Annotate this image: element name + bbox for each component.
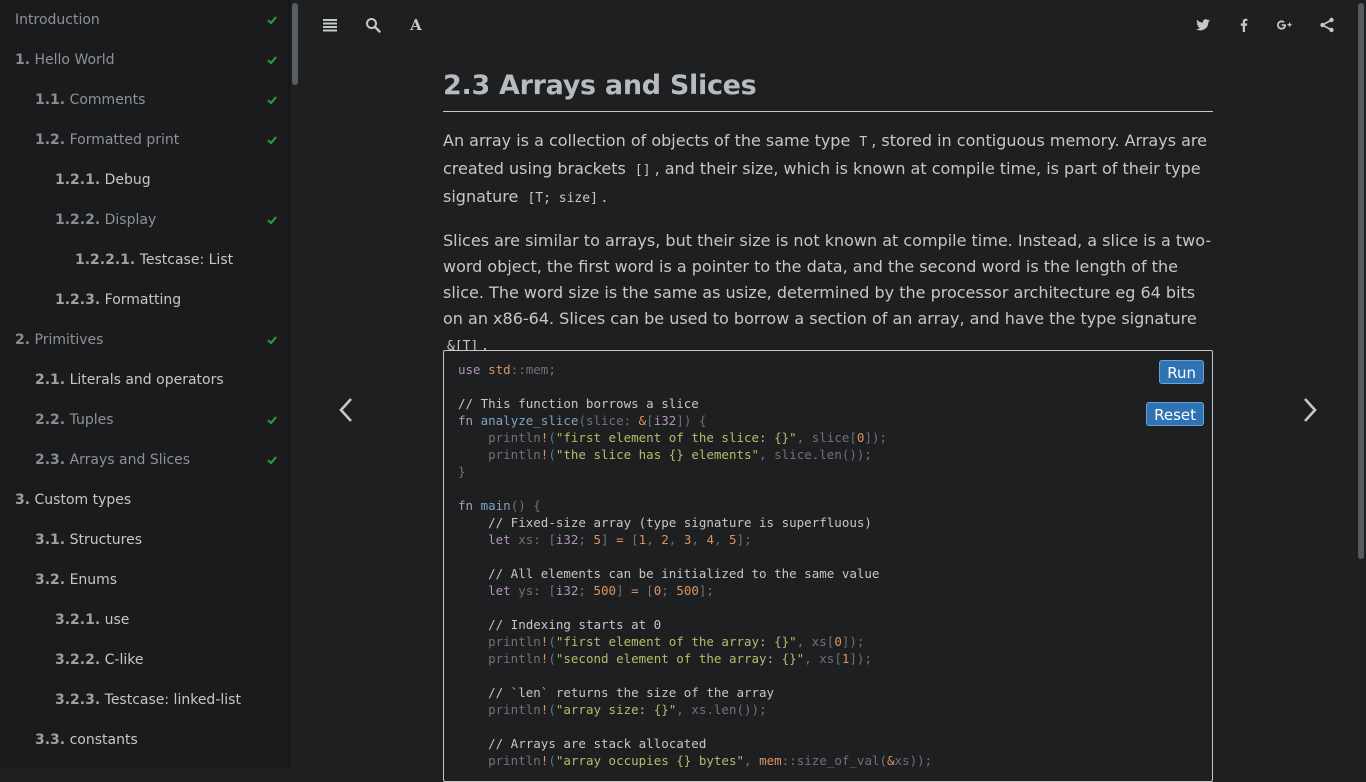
sidebar-item-label: Custom types — [34, 492, 132, 508]
sidebar-item-number: 1.2.3. — [55, 292, 101, 308]
sidebar-item-number: 1.2.1. — [55, 172, 101, 188]
sidebar-item[interactable]: 3.2. Enums — [0, 560, 289, 600]
sidebar-item[interactable]: 3.1. Structures — [0, 520, 289, 560]
sidebar-item[interactable]: 1.2.2. Display — [0, 200, 289, 240]
sidebar-item-number: 1.1. — [35, 92, 66, 108]
sidebar-item[interactable]: 2.3. Arrays and Slices — [0, 440, 289, 480]
checkmark-icon — [265, 0, 279, 40]
sidebar-item[interactable]: 3. Custom types — [0, 480, 289, 520]
google-plus-icon[interactable] — [1273, 14, 1295, 36]
page-content: 2.3 Arrays and Slices An array is a coll… — [443, 70, 1213, 360]
sidebar-item-number: 2.1. — [35, 372, 66, 388]
sidebar-item[interactable]: 1.2.1. Debug — [0, 160, 289, 200]
sidebar-item[interactable]: 1.2.2.1. Testcase: List — [0, 240, 289, 280]
inline-code: T — [859, 135, 868, 150]
intro-paragraph: An array is a collection of objects of t… — [443, 131, 1207, 206]
sidebar-item-label: Tuples — [69, 412, 114, 428]
sidebar-item-label: Primitives — [34, 332, 104, 348]
sidebar-item-number: 1.2.2. — [55, 212, 101, 228]
checkmark-icon — [265, 320, 279, 360]
main-scrollbar-thumb[interactable] — [1358, 3, 1364, 559]
sidebar-item-number: 3.3. — [35, 732, 66, 748]
next-page-chevron-icon[interactable] — [1295, 392, 1325, 428]
run-button[interactable]: Run — [1159, 360, 1204, 384]
reset-button[interactable]: Reset — [1146, 402, 1204, 426]
sidebar-item-number: 2. — [15, 332, 31, 348]
font-settings-icon[interactable]: A — [405, 14, 427, 36]
sidebar-scrollbar-thumb[interactable] — [292, 3, 298, 85]
search-icon[interactable] — [362, 14, 384, 36]
sidebar-item-label: Enums — [69, 572, 118, 588]
sidebar-item-label: Hello World — [34, 52, 115, 68]
sidebar-item[interactable]: 3.3. constants — [0, 720, 289, 760]
facebook-icon[interactable] — [1233, 14, 1255, 36]
inline-code: [] — [634, 163, 651, 178]
sidebar-item-number: 3.1. — [35, 532, 66, 548]
sidebar-item-label: Introduction — [15, 12, 100, 28]
toc-list: Introduction 1. Hello World 1.1. Comments 1… — [0, 0, 289, 760]
sidebar-item-number: 3.2.3. — [55, 692, 101, 708]
checkmark-icon — [265, 40, 279, 80]
sidebar-item-number: 3. — [15, 492, 31, 508]
sidebar-item-number: 3.2. — [35, 572, 66, 588]
sidebar-item[interactable]: 1.2.3. Formatting — [0, 280, 289, 320]
table-of-contents-sidebar: Introduction 1. Hello World 1.1. Comments 1… — [0, 0, 290, 767]
checkmark-icon — [265, 200, 279, 240]
sidebar-item-label: use — [104, 612, 130, 628]
sidebar-item[interactable]: 3.2.3. Testcase: linked-list — [0, 680, 289, 720]
sidebar-item-number: 1. — [15, 52, 31, 68]
sidebar-scrollbar-track[interactable] — [290, 0, 300, 767]
sidebar-item-number: 1.2. — [35, 132, 66, 148]
previous-page-chevron-icon[interactable] — [331, 392, 361, 428]
sidebar-item-label: Debug — [104, 172, 151, 188]
sidebar-item[interactable]: 1. Hello World — [0, 40, 289, 80]
code-editor[interactable]: use std::mem; // This function borrows a… — [443, 350, 1213, 782]
page-title: 2.3 Arrays and Slices — [443, 70, 1213, 112]
sidebar-item[interactable]: 3.2.2. C-like — [0, 640, 289, 680]
slices-paragraph: Slices are similar to arrays, but their … — [443, 231, 1212, 354]
checkmark-icon — [265, 80, 279, 120]
inline-code: [T; size] — [527, 191, 598, 206]
sidebar-item[interactable]: 2.1. Literals and operators — [0, 360, 289, 400]
sidebar-item-label: Display — [104, 212, 157, 228]
sidebar-item[interactable]: 2. Primitives — [0, 320, 289, 360]
sidebar-item-label: C-like — [104, 652, 144, 668]
menu-icon[interactable] — [319, 14, 341, 36]
sidebar-item-label: Formatted print — [69, 132, 180, 148]
sidebar-item-label: Structures — [69, 532, 142, 548]
sidebar-item-number: 3.2.2. — [55, 652, 101, 668]
sidebar-item[interactable]: 2.2. Tuples — [0, 400, 289, 440]
twitter-icon[interactable] — [1192, 14, 1214, 36]
sidebar-item[interactable]: Introduction — [0, 0, 289, 40]
code-text[interactable]: use std::mem; // This function borrows a… — [458, 361, 932, 769]
sidebar-item-number: 3.2.1. — [55, 612, 101, 628]
sidebar-item-label: Testcase: List — [139, 252, 234, 268]
sidebar-item-label: Comments — [69, 92, 146, 108]
sidebar-item-label: Arrays and Slices — [69, 452, 191, 468]
sidebar-item-number: 1.2.2.1. — [75, 252, 136, 268]
sidebar-item-number: 2.3. — [35, 452, 66, 468]
checkmark-icon — [265, 400, 279, 440]
sidebar-item[interactable]: 3.2.1. use — [0, 600, 289, 640]
checkmark-icon — [265, 440, 279, 480]
sidebar-item-label: Testcase: linked-list — [104, 692, 241, 708]
sidebar-item-label: constants — [69, 732, 138, 748]
share-icon[interactable] — [1316, 14, 1338, 36]
sidebar-item[interactable]: 1.2. Formatted print — [0, 120, 289, 160]
sidebar-item-label: Literals and operators — [69, 372, 224, 388]
sidebar-item-label: Formatting — [104, 292, 182, 308]
sidebar-item[interactable]: 1.1. Comments — [0, 80, 289, 120]
checkmark-icon — [265, 120, 279, 160]
sidebar-item-number: 2.2. — [35, 412, 66, 428]
